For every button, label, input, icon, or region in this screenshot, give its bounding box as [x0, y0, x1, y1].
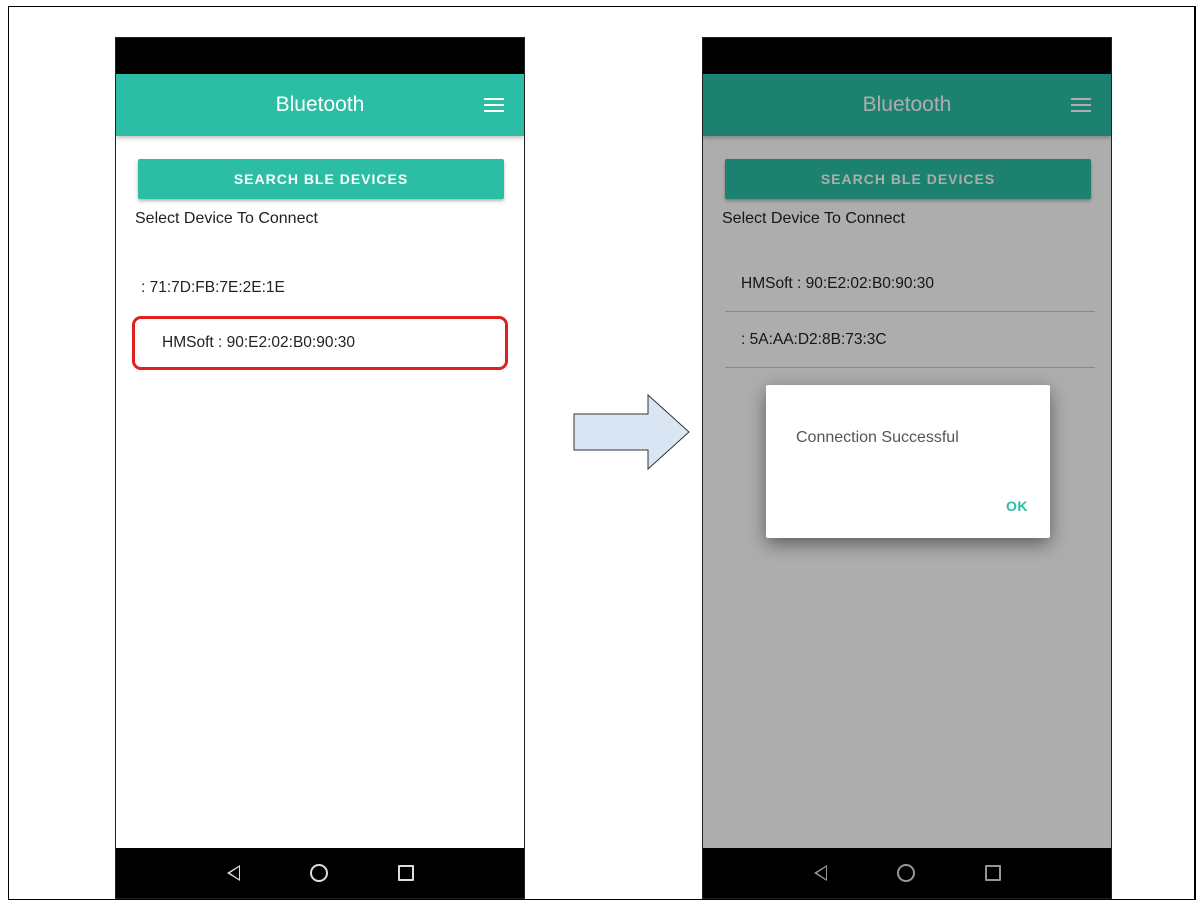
nav-home-icon[interactable] — [309, 864, 328, 882]
device-list-item[interactable]: : 71:7D:FB:7E:2E:1E — [116, 260, 524, 316]
menu-icon[interactable] — [484, 98, 504, 112]
phone-screen-before: Bluetooth SEARCH BLE DEVICES Select Devi… — [115, 37, 525, 899]
figure-frame: Bluetooth SEARCH BLE DEVICES Select Devi… — [8, 6, 1196, 900]
select-device-label: Select Device To Connect — [135, 210, 318, 227]
app-title: Bluetooth — [275, 93, 365, 116]
device-list: : 71:7D:FB:7E:2E:1E HMSoft : 90:E2:02:B0… — [116, 260, 524, 370]
right-arrow-icon — [573, 394, 690, 470]
phone-screen-after: Bluetooth SEARCH BLE DEVICES Select Devi… — [702, 37, 1112, 899]
connection-dialog: Connection Successful OK — [766, 385, 1050, 538]
dialog-message: Connection Successful — [796, 429, 959, 446]
nav-recent-icon[interactable] — [397, 865, 414, 881]
nav-back-icon[interactable] — [226, 865, 240, 881]
status-bar — [116, 38, 524, 74]
dialog-ok-button[interactable]: OK — [1002, 494, 1032, 518]
search-ble-devices-button[interactable]: SEARCH BLE DEVICES — [138, 159, 504, 199]
app-bar: Bluetooth — [116, 74, 524, 136]
device-list-item-highlighted[interactable]: HMSoft : 90:E2:02:B0:90:30 — [132, 316, 508, 370]
navigation-bar — [116, 848, 524, 898]
